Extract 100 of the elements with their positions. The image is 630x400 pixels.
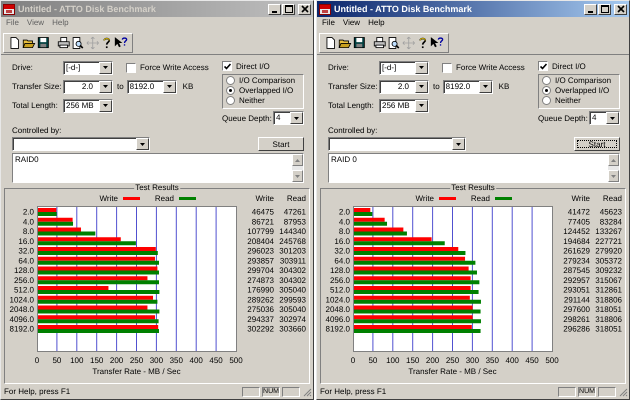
tick-label: 200 [426,356,440,365]
category-label: 256.0 [330,276,350,285]
menu-item[interactable]: Help [52,18,69,31]
field-label: Transfer Size: [328,82,378,91]
checkbox[interactable] [538,61,548,71]
description-field[interactable]: RAID 0 [328,153,620,183]
printer-icon[interactable] [56,35,70,51]
dropdown[interactable]: 8192.0 [126,80,177,94]
save-icon[interactable] [352,35,366,51]
table-cell: 297600 [563,305,590,314]
dropdown[interactable]: 4 [273,111,304,125]
checkmark-icon [224,62,230,70]
scrollbar[interactable] [608,154,619,182]
field-label: Total Length: [12,101,59,110]
close-icon [616,5,624,13]
table-cell: 291144 [564,295,590,304]
table-cell: 299704 [247,266,274,275]
table-cell: 133267 [595,227,622,236]
tick-label: 0 [350,356,356,365]
down-arrow-icon [295,174,300,178]
new-file-icon[interactable] [8,35,22,51]
table-cell: 279234 [563,256,590,266]
table-cell: 41472 [568,208,590,216]
checkbox[interactable] [442,62,452,72]
category-label: 4.0 [338,217,350,226]
table-cell: 302974 [279,314,306,324]
dropdown[interactable]: [-d-] [63,60,113,74]
print-preview-icon[interactable] [387,35,401,51]
field-label: Total Length: [328,101,375,110]
dropdown[interactable] [12,137,150,151]
menu-item[interactable]: File [322,18,335,31]
start-button[interactable]: Start [574,137,620,151]
menu-item[interactable]: View [342,18,360,31]
caret-icon [166,85,172,88]
tick-label: 150 [90,356,104,365]
table-cell: 299593 [279,295,306,304]
table-cell: 261629 [563,246,590,256]
table-cell: 296286 [563,324,590,334]
table-cell: 294337 [247,314,274,324]
category-label: 8.0 [22,227,34,236]
radio-button[interactable] [226,86,235,95]
radio-button[interactable] [542,76,551,85]
status-pane [558,386,576,396]
start-button[interactable]: Start [258,137,304,151]
close-button[interactable] [298,4,311,14]
new-file-icon[interactable] [324,35,338,51]
window-title: Untitled - ATTO Disk Benchmark [334,4,473,14]
table-cell: 318051 [595,324,622,334]
menu-item[interactable]: File [6,18,19,31]
radio-button[interactable] [226,96,235,105]
save-icon[interactable] [36,35,50,51]
legend-label: Write [99,194,118,203]
unit-label: KB [182,82,194,91]
caret-icon [103,104,108,107]
dropdown[interactable]: [-d-] [379,60,429,74]
category-label: 32.0 [334,246,350,256]
category-label: 4096.0 [326,314,350,324]
legend-label: Read [470,194,490,203]
description-field[interactable]: RAID0 [12,153,304,183]
checkbox[interactable] [222,61,232,71]
radio-button[interactable] [226,76,235,85]
maximize-button[interactable] [598,4,611,14]
dropdown[interactable]: 2.0 [63,80,113,94]
minimize-button[interactable] [268,4,281,14]
tick-label: 200 [110,356,124,365]
scrollbar[interactable] [292,154,303,182]
field-label: Controlled by: [328,126,378,136]
print-preview-icon[interactable] [71,35,85,51]
printer-icon[interactable] [372,35,386,51]
table-cell: 47261 [284,208,306,216]
table-cell: 45623 [600,208,622,216]
caret-icon [140,142,145,146]
table-cell: 144340 [279,227,306,236]
close-button[interactable] [614,4,627,14]
tick-label: 350 [486,356,499,365]
radio-button[interactable] [542,86,551,95]
category-label: 4.0 [22,217,34,226]
tick-label: 300 [150,356,164,365]
maximize-button[interactable] [282,4,295,14]
tick-label: 150 [406,356,420,365]
menu-item[interactable]: View [26,18,44,31]
field-label: Controlled by: [12,126,62,136]
dropdown[interactable]: 256 MB [63,98,113,112]
menu-item[interactable]: Help [368,18,385,31]
table-cell: 315067 [595,276,622,285]
tick-label: 500 [229,356,243,365]
dropdown[interactable]: 2.0 [379,80,429,94]
table-cell: 305040 [279,305,306,314]
dropdown[interactable] [328,137,466,151]
tick-label: 350 [170,356,183,365]
group-title: Test Results [134,183,180,192]
minimize-button[interactable] [584,4,597,14]
dropdown[interactable]: 256 MB [379,98,429,112]
caret-icon [103,85,108,88]
category-label: 64.0 [18,256,34,266]
dropdown[interactable]: 4 [589,111,620,125]
table-cell: 302292 [247,324,274,334]
dropdown[interactable]: 8192.0 [442,80,493,94]
checkbox[interactable] [126,62,136,72]
radio-button[interactable] [542,96,551,105]
